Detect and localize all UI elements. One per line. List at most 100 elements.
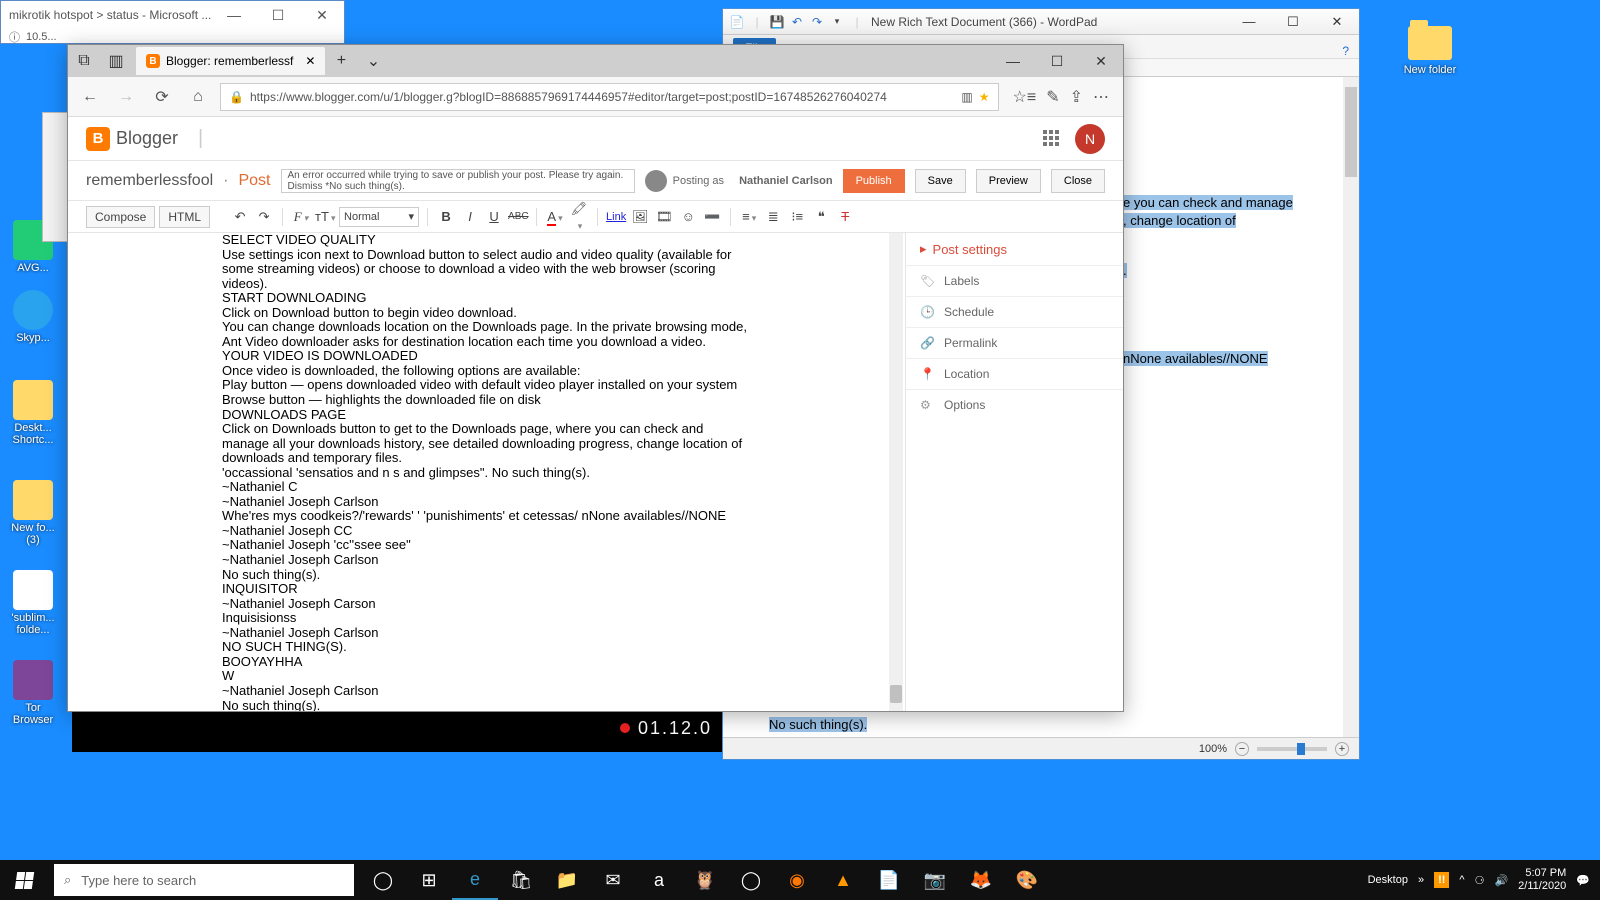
location-section[interactable]: 📍Location [906,358,1123,389]
clear-formatting-button[interactable]: T [835,209,855,224]
close-tab-icon[interactable]: ✕ [305,54,315,68]
network-icon[interactable]: ⚆ [1475,874,1485,887]
new-tab-button[interactable]: + [325,45,357,77]
share-icon[interactable]: ⇪ [1070,87,1083,107]
taskbar-app[interactable]: 📷 [912,860,958,900]
alignment-button[interactable]: ≡ [739,209,759,224]
publish-button[interactable]: Publish [843,169,905,193]
taskbar-app[interactable]: 🎨 [1004,860,1050,900]
action-center-icon[interactable]: 💬 [1576,874,1590,887]
close-button[interactable]: ✕ [300,1,344,29]
save-icon[interactable]: 💾 [769,14,785,30]
browser-tab[interactable]: B Blogger: rememberlessf ✕ [136,47,325,75]
font-size-button[interactable]: тT [315,209,335,224]
maximize-button[interactable]: ☐ [1271,9,1315,35]
labels-section[interactable]: 🏷Labels [906,265,1123,296]
quote-button[interactable]: ❝ [811,209,831,225]
save-button[interactable]: Save [915,169,966,193]
volume-icon[interactable]: 🔊 [1494,874,1508,887]
favorites-icon[interactable]: ☆≡ [1013,87,1037,107]
emoji-button[interactable]: ☺ [678,209,698,224]
bullet-list-button[interactable]: ⁝≡ [787,209,807,225]
taskbar-app[interactable]: ◉ [774,860,820,900]
underline-button[interactable]: U [484,209,504,224]
close-button[interactable]: ✕ [1079,45,1123,77]
desktop-icon[interactable]: Deskt... Shortc... [4,380,62,446]
taskbar-app[interactable]: ▲ [820,860,866,900]
zoom-in-button[interactable]: + [1335,742,1349,756]
account-avatar[interactable]: N [1075,124,1105,154]
refresh-button[interactable]: ⟳ [148,83,176,111]
set-aside-tabs-icon[interactable]: ▥ [100,45,132,77]
image-button[interactable]: 🖼 [630,209,650,225]
blog-title[interactable]: rememberlessfool [86,172,213,190]
desktop-icon[interactable]: Tor Browser [4,660,62,726]
redo-icon[interactable]: ↷ [809,14,825,30]
back-button[interactable]: ← [76,83,104,111]
schedule-section[interactable]: 🕒Schedule [906,296,1123,327]
jump-break-button[interactable]: ➖ [702,209,722,225]
favorite-icon[interactable]: ★ [979,90,990,104]
scrollbar[interactable] [1343,77,1359,737]
desktop-icon[interactable]: Skyp... [4,290,62,344]
tray-chevron-icon[interactable]: ^ [1459,874,1464,886]
taskbar-app[interactable]: 🦉 [682,860,728,900]
maximize-button[interactable]: ☐ [256,1,300,29]
redo-icon[interactable]: ↷ [254,209,274,225]
minimize-button[interactable]: — [991,45,1035,77]
help-icon[interactable]: ? [1342,44,1349,58]
taskbar-app[interactable]: 🛍 [498,860,544,900]
maximize-button[interactable]: ☐ [1035,45,1079,77]
link-button[interactable]: Link [606,211,626,223]
close-button[interactable]: ✕ [1315,9,1359,35]
post-editor[interactable]: SELECT VIDEO QUALITYUse settings icon ne… [68,233,905,711]
post-settings-header[interactable]: ▸Post settings [906,233,1123,265]
taskbar-app[interactable]: 📁 [544,860,590,900]
taskbar-app[interactable]: ◯ [728,860,774,900]
desktop-toolbar[interactable]: Desktop [1368,874,1408,886]
settings-icon[interactable]: ⋯ [1093,87,1109,107]
taskbar-search[interactable]: ⌕Type here to search [54,864,354,896]
tray-icon[interactable]: !! [1434,872,1449,888]
options-section[interactable]: ⚙Options [906,389,1123,420]
ie-address[interactable]: 10.5... [26,31,57,43]
text-color-button[interactable]: A [545,209,565,224]
forward-button[interactable]: → [112,83,140,111]
tab-actions-icon[interactable]: ⧉ [68,45,100,77]
google-apps-icon[interactable] [1043,130,1061,148]
cortana-button[interactable]: ⊞ [406,860,452,900]
strikethrough-button[interactable]: ABC [508,211,528,222]
format-select[interactable]: Normal▾ [339,207,419,227]
customize-qat-icon[interactable]: ▾ [829,14,845,30]
reading-view-icon[interactable]: ▥ [961,90,972,104]
permalink-section[interactable]: 🔗Permalink [906,327,1123,358]
desktop-icon-new-folder[interactable]: New folder [1400,26,1460,76]
highlight-button[interactable]: 🖍 [569,201,589,232]
zoom-out-button[interactable]: − [1235,742,1249,756]
close-button[interactable]: Close [1051,169,1105,193]
start-button[interactable] [0,860,48,900]
home-button[interactable]: ⌂ [184,83,212,111]
taskbar-clock[interactable]: 5:07 PM 2/11/2020 [1518,867,1566,893]
italic-button[interactable]: I [460,209,480,224]
video-button[interactable]: 🎞 [654,209,674,225]
taskbar-app[interactable]: ✉ [590,860,636,900]
zoom-slider[interactable] [1257,747,1327,751]
address-bar[interactable]: 🔒 https://www.blogger.com/u/1/blogger.g?… [220,83,999,111]
desktop-icon[interactable]: 'sublim... folde... [4,570,62,636]
undo-icon[interactable]: ↶ [230,209,250,225]
minimize-button[interactable]: — [212,1,256,29]
taskbar-app[interactable]: 📄 [866,860,912,900]
minimize-button[interactable]: — [1227,9,1271,35]
overflow-icon[interactable]: » [1418,874,1424,886]
compose-tab[interactable]: Compose [86,206,155,228]
blogger-logo[interactable]: B Blogger | [86,127,203,151]
html-tab[interactable]: HTML [159,206,210,228]
bold-button[interactable]: B [436,209,456,224]
tab-overflow-icon[interactable]: ⌄ [357,45,389,77]
taskbar-app[interactable]: e [452,860,498,900]
numbered-list-button[interactable]: ≣ [763,209,783,225]
taskbar-app[interactable]: 🦊 [958,860,1004,900]
editor-scrollbar[interactable] [889,233,903,711]
font-family-button[interactable]: F [291,209,311,225]
